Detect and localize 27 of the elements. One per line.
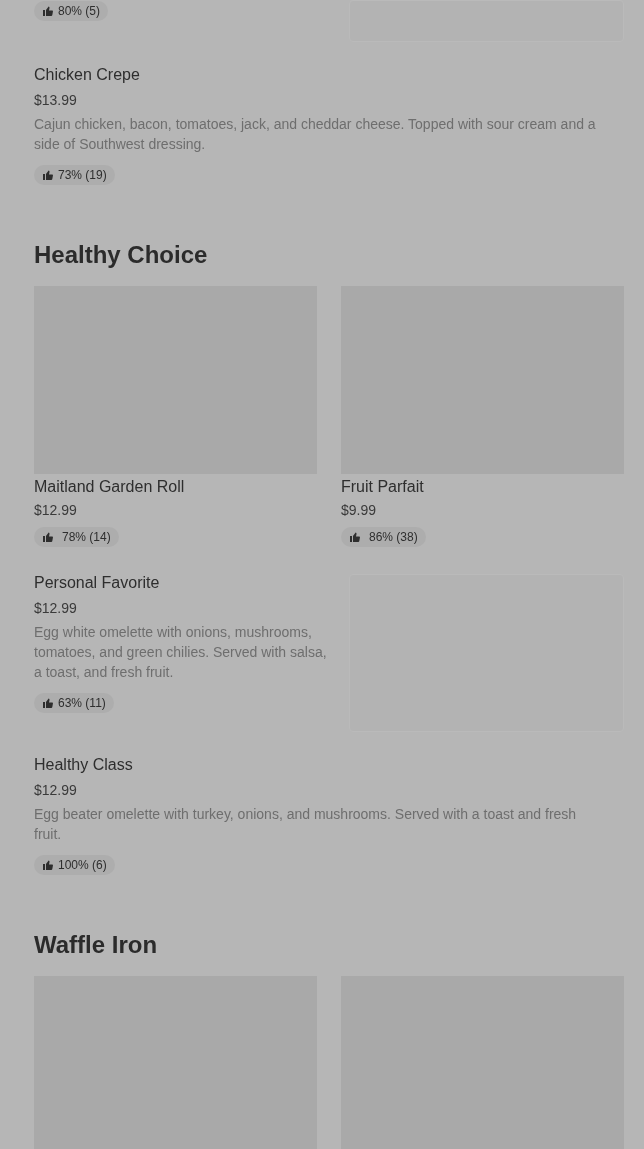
rating-badge: 100% (6) [34,855,115,875]
thumbs-up-icon [42,859,54,871]
item-name: Healthy Class [34,755,134,775]
rating-badge: 63% (11) [34,693,114,713]
item-name: Maitland Garden Roll [34,477,186,497]
section-heading: Healthy Choice [34,240,209,270]
item-price: $12.99 [34,501,78,520]
item-price: $9.99 [341,501,378,520]
item-description: Cajun chicken, bacon, tomatoes, jack, and cheddar cheese. Topped with sour cream and a side of Southwest dressing. [34,115,597,154]
rating-badge: 80% (5) [34,1,109,21]
thumbs-up-icon [42,5,54,17]
rating-badge: 86% (38) [341,527,426,547]
item-name: Fruit Parfait [341,477,425,497]
item-price: $13.99 [34,91,78,110]
item-price: $12.99 [34,599,78,618]
item-name: Personal Favorite [34,573,161,593]
thumbs-up-icon [42,531,54,543]
thumbs-up-icon [349,531,361,543]
item-description: Egg beater omelette with turkey, onions, and mushrooms. Served with a toast and fresh fruit. [34,805,578,844]
thumbs-up-icon [42,697,54,709]
thumbs-up-icon [42,169,54,181]
item-description: Egg white omelette with onions, mushrooms, tomatoes, and green chilies. Served with salsa, a toast, and fresh fruit. [34,623,328,682]
rating-badge: 78% (14) [34,527,119,547]
section-heading: Waffle Iron [34,930,159,960]
item-name: Chicken Crepe [34,65,141,85]
rating-badge: 73% (19) [34,165,115,185]
item-price: $12.99 [34,781,78,800]
